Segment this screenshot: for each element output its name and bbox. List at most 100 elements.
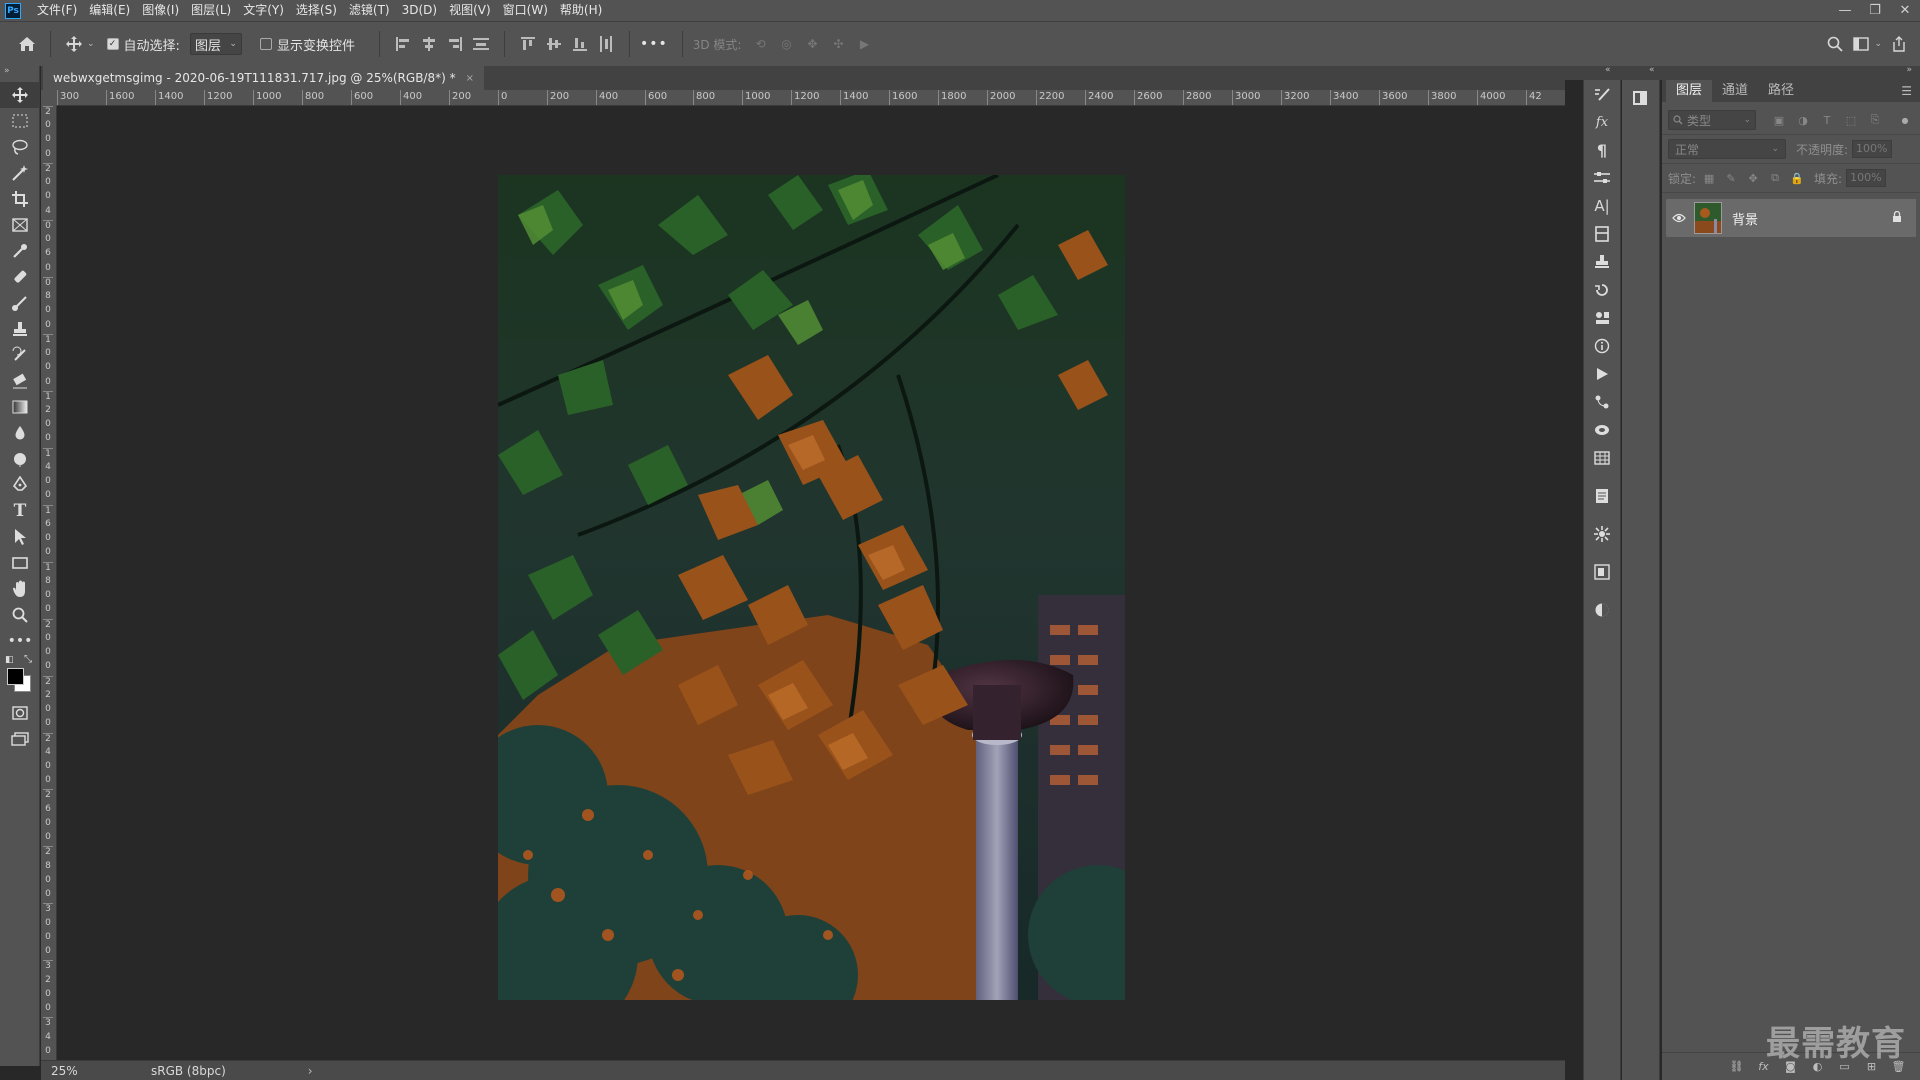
blur-tool-icon[interactable] [0, 420, 40, 446]
3d-slide-icon[interactable]: ✣ [825, 31, 851, 57]
menu-view[interactable]: 视图(V) [443, 0, 497, 21]
styles-icon[interactable] [1584, 558, 1620, 586]
align-bottom-icon[interactable] [567, 31, 593, 57]
swap-colors-icon[interactable]: ⤡ [24, 654, 32, 665]
link-layers-icon[interactable]: ⛓ [1723, 1057, 1750, 1077]
show-transform-checkbox[interactable] [259, 38, 272, 50]
chevron-down-icon[interactable]: ⌄ [1874, 39, 1882, 49]
path-selection-tool-icon[interactable] [0, 524, 40, 550]
document-tab[interactable]: webwxgetmsgimg - 2020-06-19T111831.717.j… [43, 66, 484, 90]
paths-icon[interactable] [1584, 388, 1620, 416]
menu-filter[interactable]: 滤镜(T) [343, 0, 396, 21]
dodge-tool-icon[interactable] [0, 446, 40, 472]
menu-edit[interactable]: 编辑(E) [83, 0, 136, 21]
adjustments-icon[interactable] [1584, 520, 1620, 548]
screen-mode-icon[interactable] [0, 726, 40, 752]
lock-transparency-icon[interactable]: ▦ [1700, 169, 1718, 187]
home-icon[interactable] [14, 31, 40, 57]
tab-channels[interactable]: 通道 [1712, 80, 1758, 102]
filter-toggle-icon[interactable]: ● [1896, 111, 1914, 129]
collapse-dock-icon[interactable]: « [1605, 65, 1611, 75]
quick-mask-icon[interactable] [0, 700, 40, 726]
history-brush-tool-icon[interactable] [0, 342, 40, 368]
vertical-ruler[interactable]: 2 0 0 0 2 0 0 4 0 0 6 0 0 8 0 0 1 0 0 0 1 2 0 0 1 4 0 0 1 6 0 0 1 8 0 0 2 0 0 0… [41, 106, 57, 1060]
gradient-tool-icon[interactable] [0, 394, 40, 420]
auto-select-target-dropdown[interactable]: 图层 ⌄ [189, 33, 242, 55]
libraries-icon[interactable] [1584, 220, 1620, 248]
align-right-icon[interactable] [442, 31, 468, 57]
type-tool-icon[interactable]: T [0, 498, 40, 524]
search-icon[interactable] [1822, 31, 1848, 57]
rectangle-tool-icon[interactable] [0, 550, 40, 576]
lock-artboard-icon[interactable]: ⧉ [1766, 169, 1784, 187]
filter-adjustment-icon[interactable]: ◑ [1794, 111, 1812, 129]
zoom-level[interactable]: 25% [41, 1064, 83, 1078]
frame-tool-icon[interactable] [0, 212, 40, 238]
filter-smart-object-icon[interactable]: ⎘ [1866, 111, 1884, 129]
menu-image[interactable]: 图像(I) [136, 0, 185, 21]
layer-filter-type[interactable]: 类型 ⌄ [1668, 110, 1756, 130]
3d-scale-icon[interactable]: ▶ [851, 31, 877, 57]
ruler-corner[interactable] [41, 90, 57, 106]
3d-icon[interactable] [1584, 416, 1620, 444]
default-colors-icon[interactable]: ◧ [5, 655, 14, 665]
menu-layer[interactable]: 图层(L) [185, 0, 237, 21]
menu-file[interactable]: 文件(F) [31, 0, 83, 21]
3d-roll-icon[interactable]: ◎ [773, 31, 799, 57]
magic-wand-tool-icon[interactable] [0, 160, 40, 186]
info-icon[interactable] [1584, 332, 1620, 360]
foreground-color-swatch[interactable] [7, 668, 24, 685]
zoom-tool-icon[interactable] [0, 602, 40, 628]
marquee-tool-icon[interactable] [0, 108, 40, 134]
minimize-button[interactable]: — [1830, 0, 1860, 21]
blend-mode-dropdown[interactable]: 正常 ⌄ [1668, 139, 1786, 159]
status-menu-button[interactable]: › [308, 1064, 313, 1078]
distribute-horizontal-icon[interactable] [593, 31, 619, 57]
healing-brush-tool-icon[interactable] [0, 264, 40, 290]
layer-name[interactable]: 背景 [1732, 209, 1758, 228]
close-icon[interactable]: × [466, 73, 474, 84]
pen-tool-icon[interactable] [0, 472, 40, 498]
align-left-icon[interactable] [390, 31, 416, 57]
filter-shape-icon[interactable]: ⬚ [1842, 111, 1860, 129]
3d-orbit-icon[interactable]: ⟲ [747, 31, 773, 57]
more-options-button[interactable]: ••• [640, 36, 668, 52]
filter-pixel-icon[interactable]: ▣ [1770, 111, 1788, 129]
lasso-tool-icon[interactable] [0, 134, 40, 160]
align-hcenter-icon[interactable] [416, 31, 442, 57]
panel-menu-icon[interactable]: ☰ [1901, 80, 1912, 102]
3d-pan-icon[interactable]: ✥ [799, 31, 825, 57]
lock-position-icon[interactable]: ✥ [1744, 169, 1762, 187]
character-icon[interactable]: A| [1584, 192, 1620, 220]
edit-toolbar-icon[interactable]: ••• [0, 628, 40, 654]
chevron-down-icon[interactable]: ⌄ [87, 39, 95, 49]
paragraph-icon[interactable]: ¶ [1584, 136, 1620, 164]
menu-select[interactable]: 选择(S) [290, 0, 343, 21]
table-icon[interactable] [1584, 444, 1620, 472]
share-icon[interactable] [1886, 31, 1912, 57]
collapse-toolbox-icon[interactable]: » [0, 66, 39, 82]
visibility-eye-icon[interactable] [1666, 213, 1692, 223]
eyedropper-tool-icon[interactable] [0, 238, 40, 264]
horizontal-ruler[interactable]: 300 1600 1400 1200 1000 800 600 400 200 0 200 400 60… [57, 90, 1565, 106]
restore-button[interactable]: ❐ [1860, 0, 1890, 21]
canvas-area[interactable] [57, 106, 1565, 1060]
expand-panel-icon[interactable]: » [1906, 65, 1912, 75]
clone-source-icon[interactable] [1584, 248, 1620, 276]
filter-type-icon[interactable]: T [1818, 111, 1836, 129]
tab-paths[interactable]: 路径 [1758, 80, 1804, 102]
workspace-icon[interactable] [1848, 31, 1874, 57]
eraser-tool-icon[interactable] [0, 368, 40, 394]
move-tool-icon[interactable] [0, 82, 40, 108]
align-vcenter-icon[interactable] [541, 31, 567, 57]
brush-tool-icon[interactable] [0, 290, 40, 316]
color-icon[interactable] [1584, 596, 1620, 624]
properties-icon[interactable] [1584, 164, 1620, 192]
navigator-icon[interactable] [1622, 84, 1658, 112]
close-window-button[interactable]: ✕ [1890, 0, 1920, 21]
clone-stamp-tool-icon[interactable] [0, 316, 40, 342]
menu-type[interactable]: 文字(Y) [237, 0, 290, 21]
menu-3d[interactable]: 3D(D) [396, 0, 443, 21]
brushes-icon[interactable]: fx [1584, 108, 1620, 136]
fill-input[interactable]: 100% [1846, 169, 1887, 187]
